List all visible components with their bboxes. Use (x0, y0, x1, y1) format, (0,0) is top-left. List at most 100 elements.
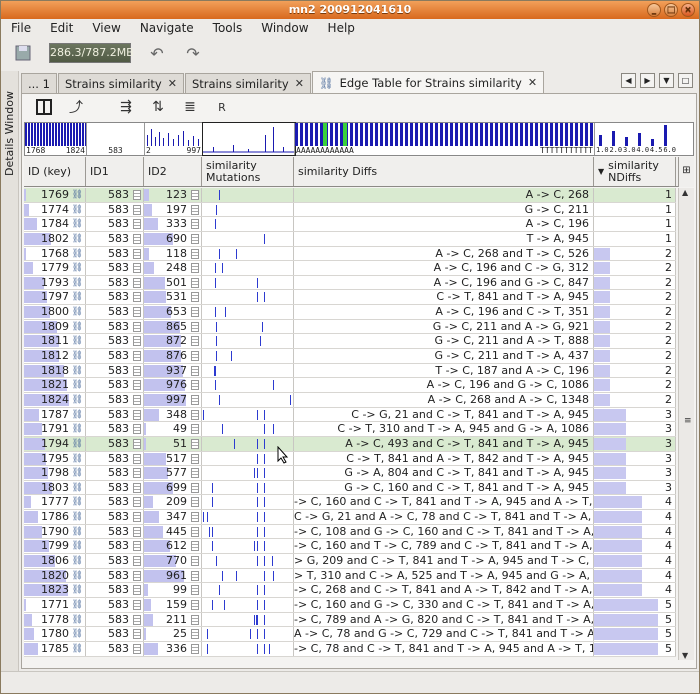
table-row[interactable]: 1800 ⛓ 583 653 A -> C, 196 and C -> T, 3… (24, 305, 676, 320)
diffs-cell[interactable]: > T, 310 and C -> A, 525 and T -> A, 945… (294, 568, 594, 583)
id2-cell[interactable]: 997 (144, 392, 202, 407)
tab-list-icon[interactable]: ▼ (659, 73, 674, 88)
id2-cell[interactable]: 333 (144, 217, 202, 231)
id2-cell[interactable]: 248 (144, 261, 202, 275)
tab-1[interactable]: ... 1 (21, 73, 57, 93)
ndiffs-cell[interactable]: 1 (594, 188, 676, 202)
ndiffs-cell[interactable]: 4 (594, 524, 676, 539)
split-columns-icon[interactable] (34, 97, 54, 117)
diffs-cell[interactable]: A -> C, 196 (294, 217, 594, 231)
filter-icon[interactable]: ⇶ (116, 97, 136, 117)
diffs-cell[interactable]: C -> T, 841 and A -> T, 842 and T -> A, … (294, 451, 594, 466)
diffs-cell[interactable]: C -> T, 841 and T -> A, 945 (294, 290, 594, 305)
table-row[interactable]: 1802 ⛓ 583 690 T -> A, 945 1 (24, 231, 676, 247)
memory-indicator[interactable]: 286.3/787.2MB (49, 43, 134, 63)
table-row[interactable]: 1811 ⛓ 583 872 G -> C, 211 and A -> T, 8… (24, 334, 676, 350)
id-cell[interactable]: 1791 ⛓ (24, 422, 86, 436)
id2-cell[interactable]: 770 (144, 554, 202, 568)
column-chooser-icon[interactable]: ⊞ (678, 157, 694, 187)
id1-cell[interactable]: 583 (86, 524, 144, 539)
mutations-cell[interactable] (202, 641, 294, 656)
table-row[interactable]: 1798 ⛓ 583 577 G -> A, 804 and C -> T, 8… (24, 466, 676, 481)
id2-cell[interactable]: 25 (144, 627, 202, 641)
mutations-cell[interactable] (202, 568, 294, 583)
id-cell[interactable]: 1795 ⛓ (24, 451, 86, 466)
sort-ascending-icon[interactable]: ⇅ (148, 97, 168, 117)
ndiffs-cell[interactable]: 2 (594, 363, 676, 378)
id1-cell[interactable]: 583 (86, 583, 144, 597)
id2-cell[interactable]: 209 (144, 495, 202, 510)
ndiffs-cell[interactable]: 3 (594, 451, 676, 466)
diffs-cell[interactable]: A -> C, 268 and A -> C, 1348 (294, 392, 594, 407)
table-row[interactable]: 1779 ⛓ 583 248 A -> C, 196 and C -> G, 3… (24, 261, 676, 276)
export-icon[interactable]: ⤴ (66, 97, 86, 117)
diffs-cell[interactable]: C -> G, 21 and A -> C, 78 and C -> T, 84… (294, 510, 594, 524)
id-cell[interactable]: 1768 ⛓ (24, 246, 86, 261)
id-cell[interactable]: 1774 ⛓ (24, 202, 86, 217)
id1-cell[interactable]: 583 (86, 539, 144, 554)
column-overview-strip[interactable]: 1768 1824 583 2 997 AAAAAAAAAAAA TTTTTTT… (24, 122, 694, 156)
id1-cell[interactable]: 583 (86, 495, 144, 510)
id1-cell[interactable]: 583 (86, 261, 144, 275)
table-row[interactable]: 1797 ⛓ 583 531 C -> T, 841 and T -> A, 9… (24, 290, 676, 306)
diffs-cell[interactable]: T -> A, 945 (294, 231, 594, 246)
id-cell[interactable]: 1790 ⛓ (24, 524, 86, 539)
diffs-cell[interactable]: A -> C, 196 and C -> T, 351 (294, 305, 594, 319)
table-row[interactable]: 1806 ⛓ 583 770 > G, 209 and C -> T, 841 … (24, 554, 676, 569)
id2-cell[interactable]: 336 (144, 641, 202, 656)
id2-cell[interactable]: 347 (144, 510, 202, 524)
ndiffs-cell[interactable]: 3 (594, 480, 676, 495)
mutations-cell[interactable] (202, 334, 294, 349)
id2-cell[interactable]: 99 (144, 583, 202, 597)
id1-cell[interactable]: 583 (86, 363, 144, 378)
id1-cell[interactable]: 583 (86, 568, 144, 583)
menu-tools[interactable]: Tools (213, 21, 243, 35)
column-header-ndiffs[interactable]: ▼ similarity NDiffs (594, 157, 676, 186)
id-cell[interactable]: 1824 ⛓ (24, 392, 86, 407)
menu-window[interactable]: Window (261, 21, 308, 35)
diffs-cell[interactable]: A -> C, 196 and G -> C, 1086 (294, 378, 594, 392)
table-row[interactable]: 1791 ⛓ 583 49 C -> T, 310 and T -> A, 94… (24, 422, 676, 437)
menu-help[interactable]: Help (328, 21, 355, 35)
table-row[interactable]: 1786 ⛓ 583 347 C -> G, 21 and A -> C, 78… (24, 510, 676, 525)
id-cell[interactable]: 1780 ⛓ (24, 627, 86, 641)
id2-cell[interactable]: 159 (144, 597, 202, 612)
id2-cell[interactable]: 118 (144, 246, 202, 261)
id1-cell[interactable]: 583 (86, 231, 144, 246)
diffs-cell[interactable]: -> C, 160 and T -> C, 789 and C -> T, 84… (294, 539, 594, 554)
id-cell[interactable]: 1809 ⛓ (24, 319, 86, 334)
id1-cell[interactable]: 583 (86, 378, 144, 392)
mutations-cell[interactable] (202, 612, 294, 627)
id1-cell[interactable]: 583 (86, 202, 144, 217)
id1-cell[interactable]: 583 (86, 480, 144, 495)
details-window-sidebar[interactable]: Details Window (1, 71, 19, 671)
id-cell[interactable]: 1806 ⛓ (24, 554, 86, 568)
ndiffs-cell[interactable]: 1 (594, 202, 676, 217)
diffs-cell[interactable]: A -> C, 268 and T -> C, 526 (294, 246, 594, 261)
id-cell[interactable]: 1803 ⛓ (24, 480, 86, 495)
id2-cell[interactable]: 865 (144, 319, 202, 334)
diffs-cell[interactable]: G -> C, 160 and C -> T, 841 and T -> A, … (294, 480, 594, 495)
tab-strains-similarity-1[interactable]: Strains similarity ✕ (57, 73, 184, 93)
table-row[interactable]: 1784 ⛓ 583 333 A -> C, 196 1 (24, 217, 676, 232)
id2-cell[interactable]: 348 (144, 407, 202, 422)
table-row[interactable]: 1771 ⛓ 583 159 -> C, 160 and G -> C, 330… (24, 597, 676, 613)
table-row[interactable]: 1823 ⛓ 583 99 -> C, 268 and C -> T, 841 … (24, 583, 676, 598)
mutations-cell[interactable] (202, 231, 294, 246)
column-header-id2[interactable]: ID2 (144, 157, 202, 186)
id2-cell[interactable]: 123 (144, 188, 202, 202)
id-cell[interactable]: 1787 ⛓ (24, 407, 86, 422)
diffs-cell[interactable]: A -> C, 196 and C -> G, 312 (294, 261, 594, 275)
close-tab-icon[interactable]: ✕ (528, 76, 537, 89)
menu-navigate[interactable]: Navigate (140, 21, 194, 35)
ndiffs-cell[interactable]: 5 (594, 597, 676, 612)
mutations-cell[interactable] (202, 188, 294, 202)
mutations-cell[interactable] (202, 378, 294, 392)
sidebar-label[interactable]: Details Window (3, 73, 17, 193)
diffs-cell[interactable]: G -> C, 211 and A -> G, 921 (294, 319, 594, 334)
id-cell[interactable]: 1777 ⛓ (24, 495, 86, 510)
id-cell[interactable]: 1802 ⛓ (24, 231, 86, 246)
column-header-mutations[interactable]: similarity Mutations (202, 157, 294, 186)
ndiffs-cell[interactable]: 2 (594, 290, 676, 305)
diffs-cell[interactable]: A -> C, 196 and G -> C, 847 (294, 275, 594, 290)
